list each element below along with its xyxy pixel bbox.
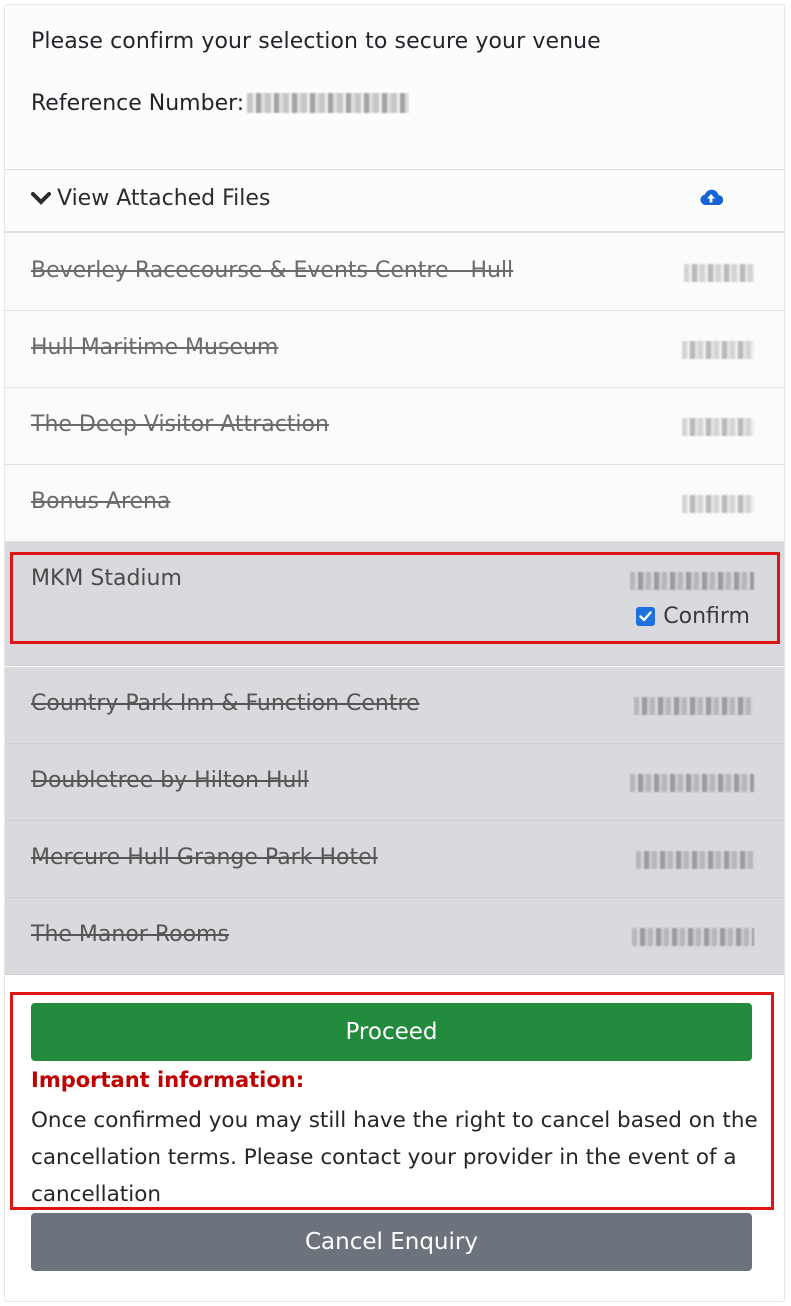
venue-name: The Deep Visitor Attraction xyxy=(31,412,329,437)
venue-name: Hull Maritime Museum xyxy=(31,335,279,360)
venue-price-redacted xyxy=(682,418,754,436)
venue-row: Mercure Hull Grange Park Hotel xyxy=(5,821,784,898)
venue-name: MKM Stadium xyxy=(31,566,182,591)
venue-row: Hull Maritime Museum xyxy=(5,311,784,388)
venue-row: Doubletree by Hilton Hull xyxy=(5,744,784,821)
cancel-enquiry-button[interactable]: Cancel Enquiry xyxy=(31,1213,752,1271)
venue-name: Mercure Hull Grange Park Hotel xyxy=(31,845,378,870)
venue-row: The Deep Visitor Attraction xyxy=(5,388,784,465)
venue-row: Beverley Racecourse & Events Centre - Hu… xyxy=(5,234,784,311)
instruction-text: Please confirm your selection to secure … xyxy=(31,29,601,54)
checkmark-icon[interactable] xyxy=(636,607,656,626)
venue-price-redacted xyxy=(682,495,754,513)
venue-name: Country Park Inn & Function Centre xyxy=(31,691,420,716)
venue-price-redacted xyxy=(684,264,754,282)
venue-row: Country Park Inn & Function Centre xyxy=(5,667,784,744)
venue-row: The Manor Rooms xyxy=(5,898,784,975)
view-attached-files-label: View Attached Files xyxy=(57,186,271,211)
attached-files-bar: View Attached Files xyxy=(5,169,784,233)
venue-price-redacted xyxy=(630,572,754,590)
venue-name: Bonus Arena xyxy=(31,489,171,514)
card-header: Please confirm your selection to secure … xyxy=(5,5,784,169)
venue-price-redacted xyxy=(630,774,754,792)
venue-name: The Manor Rooms xyxy=(31,922,229,947)
important-info-text: Once confirmed you may still have the ri… xyxy=(31,1108,758,1207)
confirm-label: Confirm xyxy=(663,604,750,629)
cloud-upload-icon[interactable] xyxy=(699,188,724,210)
venue-price-redacted xyxy=(634,697,754,715)
venue-confirmation-card: Please confirm your selection to secure … xyxy=(4,4,785,1302)
reference-number-redacted xyxy=(247,93,410,113)
chevron-down-icon xyxy=(31,186,57,211)
venue-price-redacted xyxy=(636,851,754,869)
reference-row: Reference Number: xyxy=(31,91,410,116)
venue-price-redacted xyxy=(632,928,754,946)
important-info-title: Important information: xyxy=(31,1068,305,1092)
venue-row: Bonus Arena xyxy=(5,465,784,542)
proceed-button[interactable]: Proceed xyxy=(31,1003,752,1061)
confirm-checkbox[interactable]: Confirm xyxy=(636,604,750,629)
venue-name: Beverley Racecourse & Events Centre - Hu… xyxy=(31,258,514,283)
reference-label: Reference Number: xyxy=(31,91,245,116)
selected-venue-row: MKM Stadium Confirm xyxy=(5,542,784,666)
view-attached-files-toggle[interactable]: View Attached Files xyxy=(31,186,270,211)
venue-price-redacted xyxy=(682,341,754,359)
venue-name: Doubletree by Hilton Hull xyxy=(31,768,309,793)
